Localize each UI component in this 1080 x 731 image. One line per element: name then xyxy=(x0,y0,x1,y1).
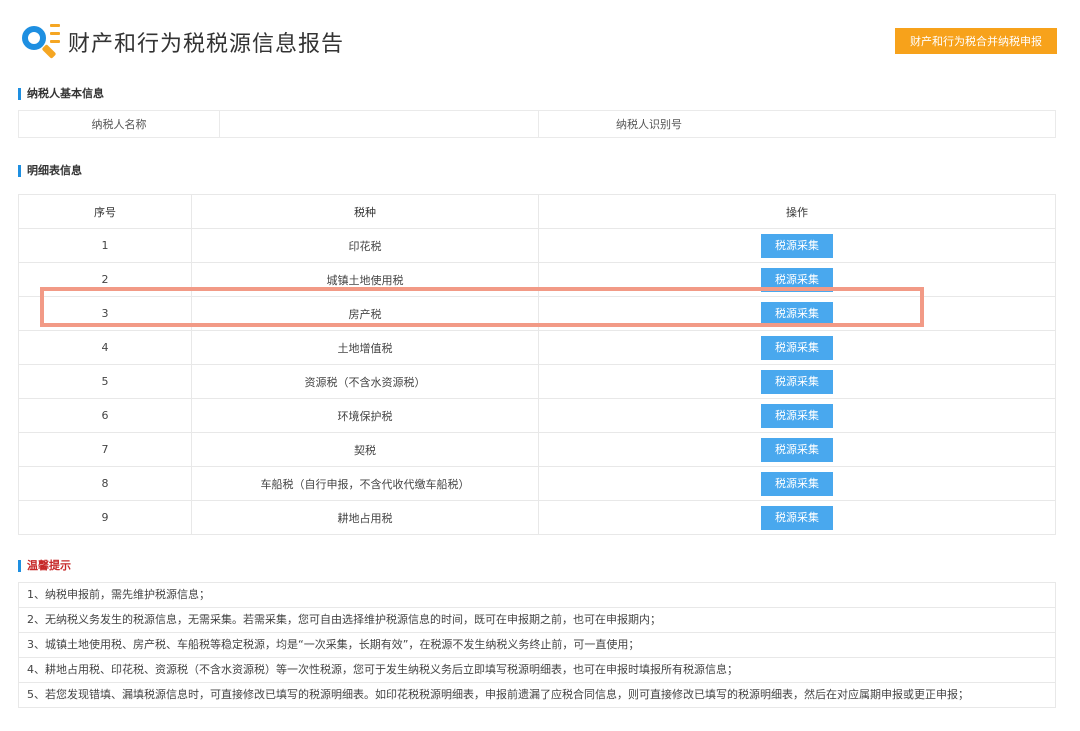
collect-source-button[interactable]: 税源采集 xyxy=(761,233,833,258)
row-tax: 契税 xyxy=(191,432,539,467)
row-action-cell: 税源采集 xyxy=(538,262,1056,297)
collect-source-button[interactable]: 税源采集 xyxy=(761,335,833,360)
collect-source-button[interactable]: 税源采集 xyxy=(761,369,833,394)
tips-section-title: 温馨提示 xyxy=(18,560,71,572)
row-no: 3 xyxy=(18,296,192,331)
table-row: 2 城镇土地使用税 税源采集 xyxy=(18,262,1056,297)
row-no: 6 xyxy=(18,398,192,433)
table-row: 7 契税 税源采集 xyxy=(18,432,1056,467)
row-tax: 车船税（自行申报，不含代收代缴车船税） xyxy=(191,466,539,501)
table-row: 1 印花税 税源采集 xyxy=(18,228,1056,263)
collect-source-button[interactable]: 税源采集 xyxy=(761,471,833,496)
tip-item: 3、城镇土地使用税、房产税、车船税等稳定税源，均是“一次采集，长期有效”，在税源… xyxy=(19,633,1055,658)
row-no: 7 xyxy=(18,432,192,467)
collect-source-button[interactable]: 税源采集 xyxy=(761,267,833,292)
detail-section-title: 明细表信息 xyxy=(18,165,82,177)
tips-list: 1、纳税申报前，需先维护税源信息； 2、无纳税义务发生的税源信息，无需采集。若需… xyxy=(18,582,1056,708)
row-action-cell: 税源采集 xyxy=(538,330,1056,365)
merge-declaration-button[interactable]: 财产和行为税合并纳税申报 xyxy=(895,28,1057,54)
row-action-cell: 税源采集 xyxy=(538,228,1056,263)
row-no: 2 xyxy=(18,262,192,297)
table-row: 3 房产税 税源采集 xyxy=(18,296,1056,331)
collect-source-button[interactable]: 税源采集 xyxy=(761,437,833,462)
table-row: 5 资源税（不含水资源税） 税源采集 xyxy=(18,364,1056,399)
taxpayer-id-label: 纳税人识别号 xyxy=(616,118,682,131)
row-tax: 环境保护税 xyxy=(191,398,539,433)
row-action-cell: 税源采集 xyxy=(538,466,1056,501)
tip-item: 1、纳税申报前，需先维护税源信息； xyxy=(19,583,1055,608)
row-tax: 耕地占用税 xyxy=(191,500,539,535)
row-tax: 城镇土地使用税 xyxy=(191,262,539,297)
row-tax: 资源税（不含水资源税） xyxy=(191,364,539,399)
taxpayer-section-title: 纳税人基本信息 xyxy=(18,88,104,100)
row-no: 9 xyxy=(18,500,192,535)
row-action-cell: 税源采集 xyxy=(538,398,1056,433)
page-header: 财产和行为税税源信息报告 xyxy=(20,16,344,68)
column-header-action: 操作 xyxy=(538,194,1056,229)
row-action-cell: 税源采集 xyxy=(538,364,1056,399)
collect-source-button[interactable]: 税源采集 xyxy=(761,505,833,530)
row-tax: 土地增值税 xyxy=(191,330,539,365)
row-no: 5 xyxy=(18,364,192,399)
taxpayer-name-label: 纳税人名称 xyxy=(19,111,220,137)
row-no: 4 xyxy=(18,330,192,365)
table-row: 8 车船税（自行申报，不含代收代缴车船税） 税源采集 xyxy=(18,466,1056,501)
table-header-row: 序号 税种 操作 xyxy=(18,194,1056,229)
row-action-cell: 税源采集 xyxy=(538,500,1056,535)
row-no: 8 xyxy=(18,466,192,501)
tip-item: 2、无纳税义务发生的税源信息，无需采集。若需采集，您可自由选择维护税源信息的时间… xyxy=(19,608,1055,633)
table-row: 4 土地增值税 税源采集 xyxy=(18,330,1056,365)
row-tax: 房产税 xyxy=(191,296,539,331)
taxpayer-info-box: 纳税人名称 纳税人识别号 xyxy=(18,110,1056,138)
collect-source-button[interactable]: 税源采集 xyxy=(761,301,833,326)
row-action-cell: 税源采集 xyxy=(538,432,1056,467)
row-no: 1 xyxy=(18,228,192,263)
page-title: 财产和行为税税源信息报告 xyxy=(68,32,345,57)
tip-item: 4、耕地占用税、印花税、资源税（不含水资源税）等一次性税源，您可于发生纳税义务后… xyxy=(19,658,1055,683)
collect-source-button[interactable]: 税源采集 xyxy=(761,403,833,428)
taxpayer-name-value xyxy=(220,111,539,137)
tax-detail-table: 序号 税种 操作 1 印花税 税源采集 2 城镇土地使用税 税源采集 3 房产税… xyxy=(18,194,1056,535)
tip-item: 5、若您发现错填、漏填税源信息时，可直接修改已填写的税源明细表。如印花税税源明细… xyxy=(27,688,969,701)
table-row: 6 环境保护税 税源采集 xyxy=(18,398,1056,433)
column-header-no: 序号 xyxy=(18,194,192,229)
table-row: 9 耕地占用税 税源采集 xyxy=(18,500,1056,535)
search-list-icon xyxy=(20,20,60,64)
column-header-tax: 税种 xyxy=(191,194,539,229)
row-tax: 印花税 xyxy=(191,228,539,263)
row-action-cell: 税源采集 xyxy=(538,296,1056,331)
